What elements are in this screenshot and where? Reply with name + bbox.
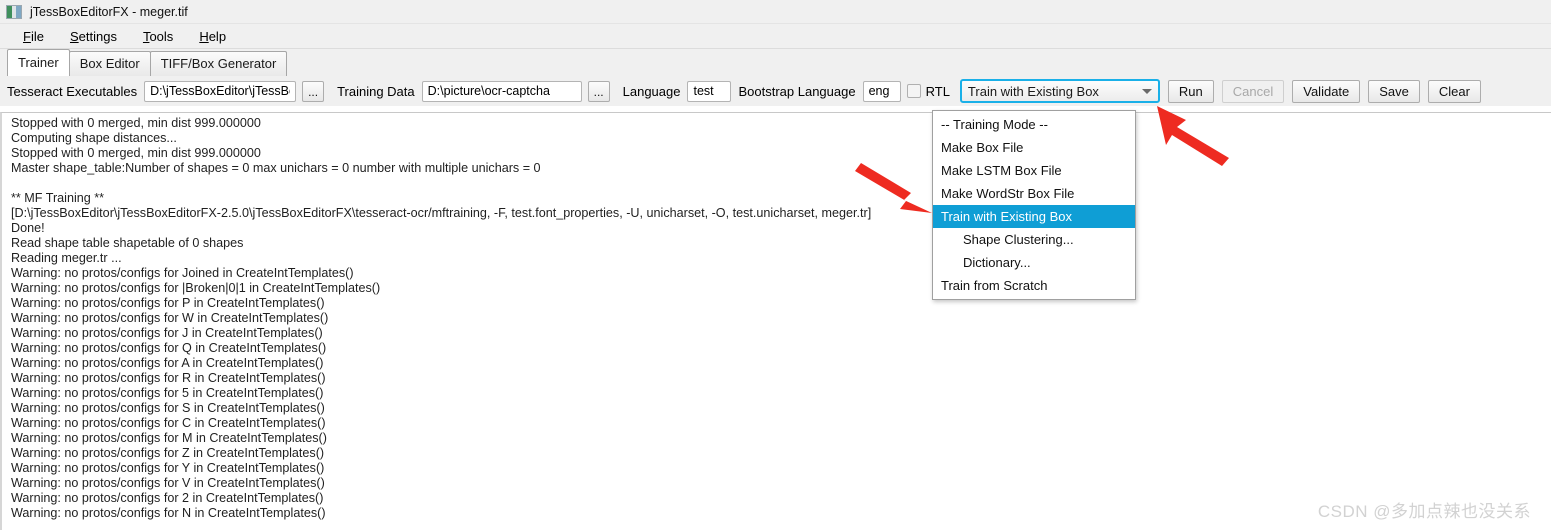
tab-box-editor[interactable]: Box Editor [68, 51, 151, 76]
language-input[interactable] [687, 80, 732, 102]
console-line: Done! [11, 221, 45, 235]
menu-item-file-rest: ile [30, 28, 44, 44]
dropdown-item-make-lstm-box-file[interactable]: Make LSTM Box File [933, 159, 1135, 182]
validate-button[interactable]: Validate [1292, 79, 1361, 103]
save-button[interactable]: Save [1368, 79, 1420, 103]
console-line: Warning: no protos/configs for V in Crea… [11, 476, 325, 490]
menu-item-help-rest: elp [208, 28, 227, 44]
dropdown-item-dictionary[interactable]: Dictionary... [933, 251, 1135, 274]
bootstrap-language-input[interactable] [862, 80, 901, 102]
console-line: Warning: no protos/configs for Q in Crea… [11, 341, 327, 355]
bootstrap-language-label: Bootstrap Language [738, 83, 856, 99]
tab-trainer[interactable]: Trainer [7, 49, 70, 76]
tab-tiff-box-generator[interactable]: TIFF/Box Generator [149, 51, 288, 76]
training-mode-combobox[interactable]: Train with Existing Box [959, 79, 1160, 103]
trainer-toolbar: Tesseract Executables ... Training Data … [0, 76, 1551, 106]
rtl-checkbox[interactable] [906, 84, 921, 98]
console-line: Warning: no protos/configs for C in Crea… [11, 416, 326, 430]
run-button[interactable]: Run [1167, 79, 1214, 103]
window-title: jTessBoxEditorFX - meger.tif [30, 4, 188, 19]
dropdown-item-make-wordstr-box-file[interactable]: Make WordStr Box File [933, 182, 1135, 205]
chevron-down-icon [1141, 88, 1152, 94]
console-line: Warning: no protos/configs for 5 in Crea… [11, 386, 324, 400]
tab-strip: Trainer Box Editor TIFF/Box Generator [0, 49, 1551, 76]
console-line: Stopped with 0 merged, min dist 999.0000… [11, 116, 261, 130]
console-line: Warning: no protos/configs for M in Crea… [11, 431, 327, 445]
tesseract-executables-label: Tesseract Executables [7, 83, 138, 99]
console-line: Computing shape distances... [11, 131, 177, 145]
console-line: [D:\jTessBoxEditor\jTessBoxEditorFX-2.5.… [11, 206, 872, 220]
training-data-label: Training Data [337, 83, 415, 99]
menu-item-help[interactable]: Help [186, 27, 239, 46]
dropdown-item-training-mode[interactable]: -- Training Mode -- [933, 113, 1135, 136]
title-bar: jTessBoxEditorFX - meger.tif [0, 0, 1551, 24]
console-line: Warning: no protos/configs for |Broken|0… [11, 281, 381, 295]
console-line: Warning: no protos/configs for Z in Crea… [11, 446, 325, 460]
console-line: Warning: no protos/configs for P in Crea… [11, 296, 325, 310]
language-label: Language [622, 83, 681, 99]
console-line: ** MF Training ** [11, 191, 105, 205]
console-line: Read shape table shapetable of 0 shapes [11, 236, 244, 250]
browse-tesseract-executables-button[interactable]: ... [302, 80, 325, 102]
menu-item-tools[interactable]: Tools [130, 27, 186, 46]
tesseract-executables-input[interactable] [144, 80, 297, 102]
console-line: Warning: no protos/configs for A in Crea… [11, 356, 324, 370]
menu-item-tools-rest: ools [149, 28, 174, 44]
console-line: Warning: no protos/configs for S in Crea… [11, 401, 325, 415]
dropdown-item-train-from-scratch[interactable]: Train from Scratch [933, 274, 1135, 297]
training-console-output[interactable]: Stopped with 0 merged, min dist 999.0000… [0, 112, 1551, 530]
console-line: Reading meger.tr ... [11, 251, 122, 265]
clear-button[interactable]: Clear [1427, 79, 1481, 103]
menu-item-settings[interactable]: Settings [57, 27, 130, 46]
console-line: Warning: no protos/configs for R in Crea… [11, 371, 326, 385]
console-line: Stopped with 0 merged, min dist 999.0000… [11, 146, 261, 160]
cancel-button: Cancel [1221, 79, 1285, 103]
watermark: CSDN @多加点辣也没关系 [1317, 502, 1531, 521]
console-line: Master shape_table:Number of shapes = 0 … [11, 161, 541, 175]
menu-item-file[interactable]: File [10, 27, 57, 46]
browse-training-data-button[interactable]: ... [587, 80, 610, 102]
rtl-label: RTL [925, 83, 950, 99]
app-window-icon [6, 4, 22, 19]
dropdown-item-make-box-file[interactable]: Make Box File [933, 136, 1135, 159]
menu-bar: File Settings Tools Help [0, 24, 1551, 49]
menu-item-settings-rest: ettings [78, 28, 117, 44]
training-mode-combo-wrap: Train with Existing Box [959, 79, 1160, 103]
dropdown-item-train-with-existing-box[interactable]: Train with Existing Box [933, 205, 1135, 228]
console-line: Warning: no protos/configs for W in Crea… [11, 311, 329, 325]
training-data-input[interactable] [421, 80, 582, 102]
dropdown-item-shape-clustering[interactable]: Shape Clustering... [933, 228, 1135, 251]
training-mode-selected-value: Train with Existing Box [967, 83, 1099, 99]
console-line: Warning: no protos/configs for Joined in… [11, 266, 354, 280]
training-mode-dropdown-menu: -- Training Mode -- Make Box File Make LST… [932, 110, 1136, 300]
console-line: Warning: no protos/configs for J in Crea… [11, 326, 323, 340]
console-line: Warning: no protos/configs for Y in Crea… [11, 461, 325, 475]
